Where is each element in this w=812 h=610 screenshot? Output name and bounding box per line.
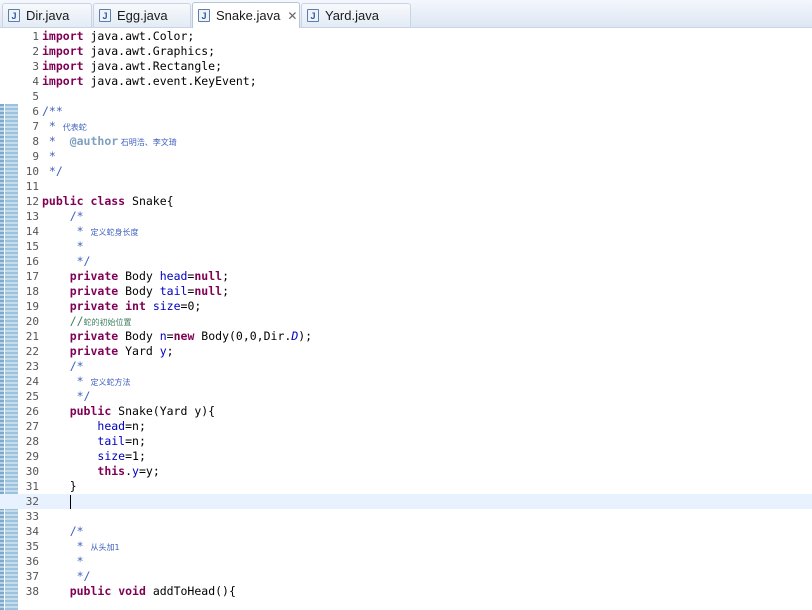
code-line: 4 import java.awt.event.KeyEvent; [0, 74, 812, 89]
line-number: 17 [25, 270, 39, 283]
code-line: 27 head=n; [0, 419, 812, 434]
code-line: 26 public Snake(Yard y){ [0, 404, 812, 419]
code-line: 22 private Yard y; [0, 344, 812, 359]
line-number: 3 [32, 60, 39, 73]
tab-label: Snake.java [216, 8, 281, 23]
line-number: 26 [25, 405, 39, 418]
code-line: 31 } [0, 479, 812, 494]
tab-label: Egg.java [117, 8, 168, 23]
code-line: 25 */ [0, 389, 812, 404]
line-number: 25 [25, 390, 39, 403]
code-lines: 1 import java.awt.Color; 2 import java.awt… [0, 29, 812, 599]
line-number: 24 [25, 375, 39, 388]
code-line: 30 this.y=y; [0, 464, 812, 479]
code-line: 24 * 定义蛇方法 [0, 374, 812, 389]
code-line: 1 import java.awt.Color; [0, 29, 812, 44]
line-number: 12 [25, 195, 39, 208]
code-line: 13 /* [0, 209, 812, 224]
code-line: 33 [0, 509, 812, 524]
line-number: 37 [25, 570, 39, 583]
line-number: 16 [25, 255, 39, 268]
code-line: 36 * [0, 554, 812, 569]
line-number: 27 [25, 420, 39, 433]
line-number: 23 [25, 360, 39, 373]
line-number: 13 [25, 210, 39, 223]
line-number: 21 [25, 330, 39, 343]
editor-tab-bar: J Dir.java J Egg.java J Snake.java ✕ J Y… [0, 0, 812, 28]
code-line: 7 * 代表蛇 [0, 119, 812, 134]
line-number: 19 [25, 300, 39, 313]
line-number: 1 [32, 30, 39, 43]
line-number: 15 [25, 240, 39, 253]
line-number: 33 [25, 510, 39, 523]
line-number: 20 [25, 315, 39, 328]
code-line: 14 * 定义蛇身长度 [0, 224, 812, 239]
java-file-icon: J [8, 9, 20, 22]
line-number: 28 [25, 435, 39, 448]
code-line: 34 /* [0, 524, 812, 539]
code-line: 18 private Body tail=null; [0, 284, 812, 299]
line-number: 36 [25, 555, 39, 568]
line-number: 38 [25, 585, 39, 598]
java-file-icon: J [99, 9, 111, 22]
code-editor[interactable]: 1 import java.awt.Color; 2 import java.awt… [0, 28, 812, 610]
line-number: 9 [32, 150, 39, 163]
line-number: 5 [32, 90, 39, 103]
code-line: 12 public class Snake{ [0, 194, 812, 209]
tab-label: Yard.java [325, 8, 379, 23]
line-number: 22 [25, 345, 39, 358]
code-line: 38 public void addToHead(){ [0, 584, 812, 599]
line-number: 30 [25, 465, 39, 478]
code-line: 20 //蛇的初始位置 [0, 314, 812, 329]
text-cursor [69, 494, 71, 509]
tab-snake-java[interactable]: J Snake.java ✕ [192, 2, 300, 28]
close-icon[interactable]: ✕ [287, 9, 297, 23]
line-number: 32 [25, 495, 39, 508]
current-line[interactable]: 32 [0, 494, 812, 509]
tab-yard-java[interactable]: J Yard.java [301, 3, 411, 27]
java-file-icon: J [307, 9, 319, 22]
code-line: 8 * @author 石明浩、李文琦 [0, 134, 812, 149]
line-number: 14 [25, 225, 39, 238]
code-line: 6/** [0, 104, 812, 119]
code-line: 9 * [0, 149, 812, 164]
code-line: 15 * [0, 239, 812, 254]
code-line: 5 [0, 89, 812, 104]
line-number: 8 [32, 135, 39, 148]
line-number: 35 [25, 540, 39, 553]
code-line: 3 import java.awt.Rectangle; [0, 59, 812, 74]
code-line: 17 private Body head=null; [0, 269, 812, 284]
code-line: 16 */ [0, 254, 812, 269]
code-line: 19 private int size=0; [0, 299, 812, 314]
java-file-icon: J [198, 9, 210, 22]
code-line: 21 private Body n=new Body(0,0,Dir.D); [0, 329, 812, 344]
code-line: 28 tail=n; [0, 434, 812, 449]
tab-dir-java[interactable]: J Dir.java [2, 3, 92, 27]
line-number: 4 [32, 75, 39, 88]
code-line: 37 */ [0, 569, 812, 584]
line-number: 18 [25, 285, 39, 298]
code-line: 23 /* [0, 359, 812, 374]
line-number: 34 [25, 525, 39, 538]
line-number: 2 [32, 45, 39, 58]
code-line: 2 import java.awt.Graphics; [0, 44, 812, 59]
line-number: 11 [25, 180, 39, 193]
tab-label: Dir.java [26, 8, 70, 23]
tab-egg-java[interactable]: J Egg.java [93, 3, 191, 27]
line-number: 6 [32, 105, 39, 118]
line-number: 29 [25, 450, 39, 463]
line-number: 31 [25, 480, 39, 493]
code-line: 11 [0, 179, 812, 194]
code-line: 35 * 从头加1 [0, 539, 812, 554]
line-number: 7 [32, 120, 39, 133]
code-line: 10 */ [0, 164, 812, 179]
line-number: 10 [25, 165, 39, 178]
code-line: 29 size=1; [0, 449, 812, 464]
